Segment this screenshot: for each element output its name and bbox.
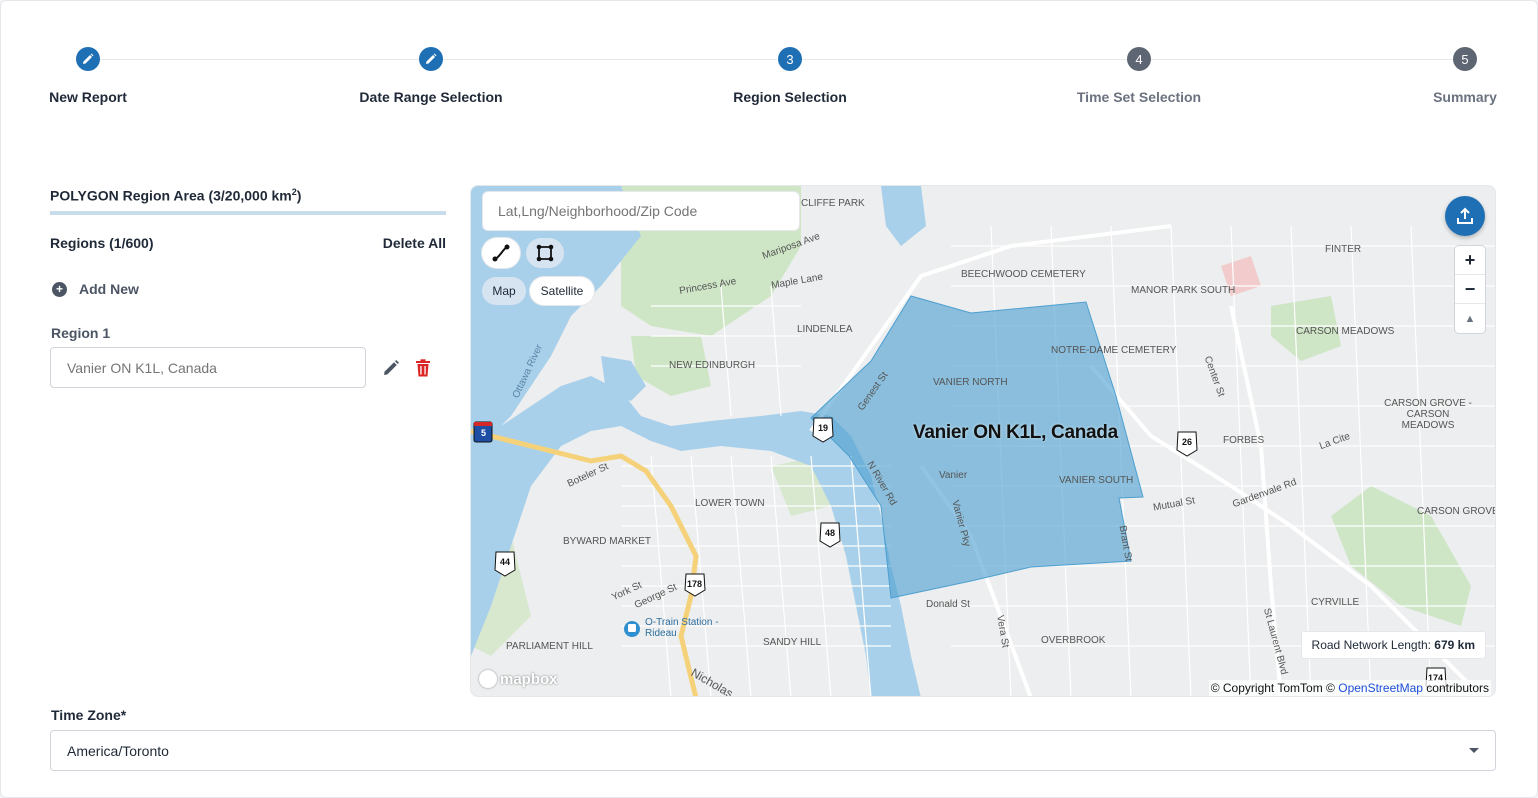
map-label: SANDY HILL [763, 637, 822, 648]
delete-trash-icon[interactable] [412, 357, 434, 379]
map-label: CARSON GROVE [1417, 506, 1496, 517]
map-label: CYRVILLE [1311, 597, 1360, 608]
step-date-range[interactable]: Date Range Selection [331, 47, 531, 105]
map-label: CARSON MEADOWS [1296, 326, 1395, 337]
map-label: CARSON GROVE - CARSON MEADOWS [1384, 398, 1472, 431]
region-map[interactable]: CLIFFE PARK Mariposa Ave Maple Lane Prin… [470, 185, 1496, 697]
map-label: VANIER NORTH [933, 377, 1008, 388]
regions-header: Regions (1/600) Delete All [50, 235, 446, 251]
report-wizard-card: New Report Date Range Selection 3 Region… [0, 0, 1538, 798]
step-number: 4 [1127, 47, 1151, 71]
mapbox-logo-icon [479, 670, 497, 688]
step-new-report[interactable]: New Report [0, 47, 188, 105]
compass-button[interactable]: ▲ [1455, 304, 1485, 333]
map-view-toggle[interactable]: Map [482, 277, 526, 305]
mapbox-logo-text: mapbox [500, 670, 558, 688]
map-label: NEW EDINBURGH [669, 360, 756, 371]
draw-polygon-button[interactable] [526, 238, 564, 268]
pencil-icon [419, 47, 443, 71]
time-zone-value: America/Toronto [67, 742, 169, 759]
map-label: VANIER SOUTH [1059, 475, 1134, 486]
map-label: LOWER TOWN [695, 498, 765, 509]
step-summary[interactable]: 5 Summary [1365, 47, 1538, 105]
road-network-value: 679 km [1434, 638, 1475, 652]
mapbox-logo[interactable]: mapbox [479, 670, 558, 688]
line-draw-icon [492, 244, 510, 262]
regions-count: Regions (1/600) [50, 235, 154, 251]
selected-region-label: Vanier ON K1L, Canada [913, 422, 1118, 443]
step-label: Date Range Selection [359, 89, 503, 105]
map-search-input[interactable] [482, 191, 800, 231]
map-label: MANOR PARK SOUTH [1131, 285, 1236, 296]
step-region-selection[interactable]: 3 Region Selection [690, 47, 890, 105]
step-label: Summary [1433, 89, 1497, 105]
map-label: CLIFFE PARK [801, 198, 865, 209]
time-zone-label: Time Zone* [51, 707, 127, 723]
wizard-stepper: New Report Date Range Selection 3 Region… [1, 1, 1538, 121]
map-label: O-Train Station - Rideau [645, 617, 719, 639]
region-panel: POLYGON Region Area (3/20,000 km2) Regio… [50, 181, 446, 388]
zoom-in-button[interactable]: + [1455, 246, 1485, 275]
route-shield-26: 26 [1182, 437, 1193, 447]
step-time-set[interactable]: 4 Time Set Selection [1039, 47, 1239, 105]
polygon-draw-icon [536, 244, 554, 262]
map-label: BYWARD MARKET [563, 536, 651, 547]
zoom-controls: + − ▲ [1455, 246, 1485, 333]
road-network-length: Road Network Length: 679 km [1301, 632, 1485, 658]
region-1-label: Region 1 [51, 325, 111, 341]
map-label: FINTER [1325, 244, 1362, 255]
route-shield-178: 178 [687, 579, 703, 589]
route-shield-19: 19 [818, 423, 829, 433]
zoom-out-button[interactable]: − [1455, 275, 1485, 304]
draw-line-button[interactable] [482, 238, 520, 268]
step-label: New Report [49, 89, 127, 105]
map-label: NOTRE-DAME CEMETERY [1051, 345, 1177, 356]
step-label: Time Set Selection [1076, 89, 1202, 105]
edit-pencil-icon[interactable] [380, 357, 402, 379]
time-zone-select[interactable]: America/Toronto [50, 730, 1496, 771]
area-title-end: ) [296, 187, 302, 204]
attribution-prefix: © Copyright TomTom © [1210, 681, 1335, 695]
map-label: Vanier [939, 470, 968, 481]
region-1-input[interactable] [50, 347, 366, 388]
route-shield-48: 48 [825, 528, 836, 538]
map-label: Donald St [926, 599, 970, 610]
route-shield-44: 44 [500, 557, 511, 567]
step-number: 5 [1453, 47, 1477, 71]
add-new-region-button[interactable]: + Add New [50, 281, 446, 297]
map-label: LINDENLEA [797, 324, 853, 335]
map-label: PARLIAMENT HILL [506, 641, 593, 652]
map-label: BEECHWOOD CEMETERY [961, 269, 1086, 280]
region-1-row [50, 347, 446, 388]
route-shield-5: 5 [481, 428, 487, 438]
polygon-area-title: POLYGON Region Area (3/20,000 km2) [50, 181, 446, 215]
openstreetmap-link[interactable]: OpenStreetMap [1338, 681, 1423, 695]
plus-circle-icon: + [52, 281, 67, 297]
area-title-text: POLYGON Region Area (3/20,000 km [50, 187, 292, 204]
step-label: Region Selection [733, 89, 847, 105]
caret-down-icon [1469, 748, 1479, 753]
satellite-view-toggle[interactable]: Satellite [530, 277, 594, 305]
add-new-label: Add New [79, 281, 139, 297]
map-attribution: © Copyright TomTom © OpenStreetMap contr… [1208, 680, 1491, 696]
pencil-icon [76, 47, 100, 71]
map-label: OVERBROOK [1041, 635, 1106, 646]
upload-icon [1457, 207, 1473, 224]
map-label: FORBES [1223, 435, 1265, 446]
road-network-label: Road Network Length: [1311, 638, 1431, 652]
attribution-suffix: contributors [1426, 681, 1489, 695]
delete-all-button[interactable]: Delete All [383, 235, 446, 251]
upload-button[interactable] [1445, 196, 1485, 236]
step-number: 3 [778, 47, 802, 71]
